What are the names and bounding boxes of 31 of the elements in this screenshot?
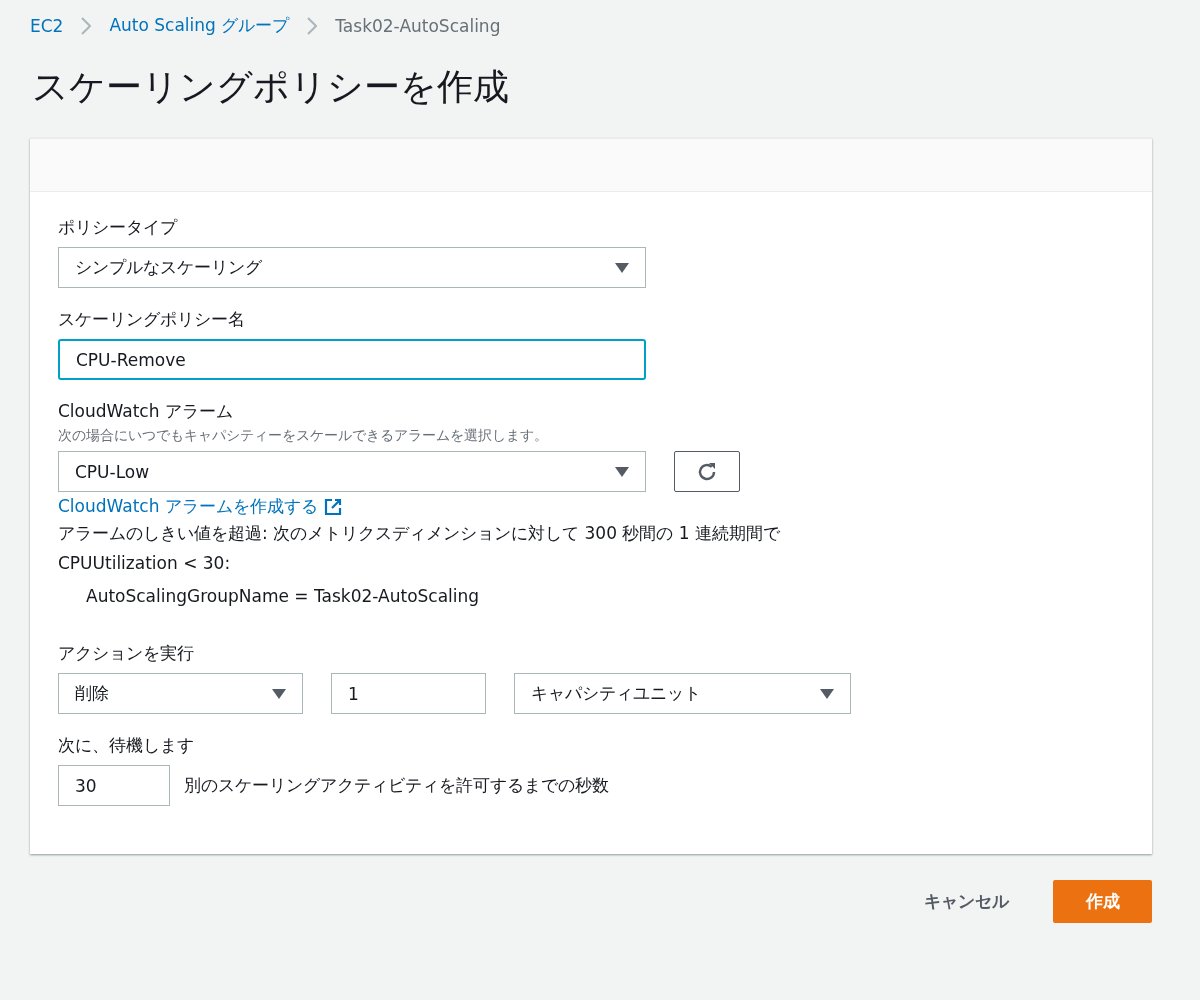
chevron-icon — [81, 16, 92, 35]
caret-icon — [615, 262, 629, 273]
alarm-threshold-text: アラームのしきい値を超過: 次のメトリクスディメンションに対して 300 秒間の 1 連続期間で CPUUtilization < 30: — [58, 522, 781, 575]
breadcrumb-link[interactable]: EC2 — [30, 15, 64, 36]
field-label: CloudWatch アラーム — [58, 400, 234, 423]
policy-type-select[interactable]: シンプルなスケーリング — [58, 247, 646, 288]
field-suffix-text: 別のスケーリングアクティビティを許可するまでの秒数 — [184, 774, 609, 797]
alarm-select[interactable]: CPU-Low — [58, 451, 646, 492]
create-alarm-link[interactable]: CloudWatch アラームを作成する — [58, 495, 342, 518]
alarm-dimension-text: AutoScalingGroupName = Task02-AutoScaling — [86, 586, 481, 606]
unit-select[interactable]: キャパシティユニット — [514, 673, 851, 714]
field-label: スケーリングポリシー名 — [58, 308, 246, 331]
chevron-icon — [307, 16, 318, 35]
breadcrumb-current: Task02-AutoScaling — [335, 15, 501, 36]
field-description: 次の場合にいつでもキャパシティーをスケールできるアラームを選択します。 — [58, 427, 549, 445]
caret-icon — [272, 688, 286, 699]
field-label: アクションを実行 — [58, 642, 195, 665]
caret-icon — [820, 688, 834, 699]
cancel-button[interactable]: キャンセル — [924, 880, 1009, 923]
policy-name-input[interactable]: CPU-Remove — [58, 339, 646, 380]
refresh-icon — [696, 460, 718, 483]
action-select[interactable]: 削除 — [58, 673, 303, 714]
amount-input[interactable]: 1 — [331, 673, 486, 714]
caret-icon — [615, 466, 629, 477]
external-link-icon — [323, 497, 342, 516]
field-label: 次に、待機します — [58, 734, 195, 757]
wait-seconds-input[interactable]: 30 — [58, 765, 170, 806]
field-label: ポリシータイプ — [58, 216, 179, 239]
breadcrumb-link[interactable]: Auto Scaling グループ — [109, 14, 290, 37]
refresh-button[interactable] — [674, 451, 740, 492]
page-title: スケーリングポリシーを作成 — [32, 65, 510, 109]
